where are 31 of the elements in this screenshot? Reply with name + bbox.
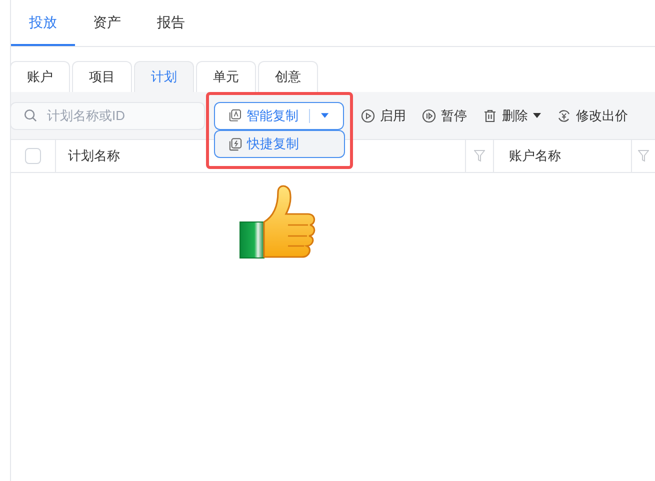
- caret-icon: [533, 113, 541, 118]
- toolbar-button[interactable]: 启用: [361, 106, 406, 126]
- nav-tab[interactable]: 报告: [139, 0, 203, 46]
- toolbar-button[interactable]: 暂停: [422, 106, 467, 126]
- select-all-checkbox[interactable]: [24, 148, 40, 164]
- sub-tab[interactable]: 单元: [196, 61, 256, 92]
- filter-icon[interactable]: [638, 150, 649, 162]
- filter-icon[interactable]: [474, 150, 485, 162]
- menu-item[interactable]: 快捷复制: [214, 130, 345, 158]
- column-header: 计划名称: [68, 147, 121, 166]
- column-header: 账户名称: [509, 147, 562, 166]
- nav-tab[interactable]: 投放: [11, 0, 75, 46]
- smart-copy-label: 智能复制: [246, 106, 298, 125]
- sub-tab[interactable]: 创意: [258, 61, 318, 92]
- toolbar-button[interactable]: 修改出价: [557, 106, 628, 126]
- sub-tab[interactable]: 账户: [10, 61, 70, 92]
- toolbar-button[interactable]: 删除: [483, 106, 541, 126]
- sub-tab[interactable]: 计划: [134, 61, 194, 92]
- copy-icon: [229, 138, 242, 150]
- search-field[interactable]: 计划名称或ID: [10, 102, 205, 130]
- trash-icon: [483, 108, 497, 122]
- smart-copy-button[interactable]: 智能复制: [214, 102, 344, 130]
- yuan-refresh-icon: [557, 108, 571, 122]
- copy-icon: [229, 109, 242, 122]
- search-icon: [24, 108, 37, 122]
- caret-icon[interactable]: [321, 113, 329, 118]
- thumbs-up-icon: [238, 182, 318, 260]
- pause-circle-icon: [422, 108, 436, 122]
- nav-tab[interactable]: 资产: [75, 0, 139, 46]
- play-circle-icon: [361, 108, 375, 122]
- sub-tab[interactable]: 项目: [72, 61, 132, 92]
